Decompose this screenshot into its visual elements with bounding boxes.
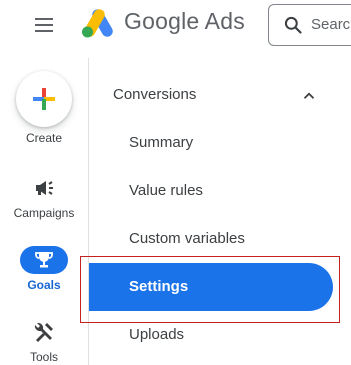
search-input[interactable]: Search [268, 4, 351, 46]
tools-icon[interactable] [32, 320, 56, 344]
create-button[interactable] [16, 71, 72, 127]
campaigns-label[interactable]: Campaigns [0, 206, 88, 220]
tools-label[interactable]: Tools [0, 350, 88, 364]
subnav-item-value-rules[interactable]: Value rules [129, 182, 203, 199]
goals-label[interactable]: Goals [0, 278, 88, 292]
subnav-item-custom-variables[interactable]: Custom variables [129, 230, 245, 247]
trophy-icon [35, 252, 53, 268]
goals-nav-item[interactable] [20, 246, 68, 274]
subnav-item-summary[interactable]: Summary [129, 134, 193, 151]
menu-icon[interactable] [32, 13, 56, 37]
google-ads-logo [82, 9, 113, 38]
app-title: Google Ads [124, 8, 245, 34]
conversions-section-header[interactable]: Conversions [113, 86, 196, 103]
search-placeholder: Search [311, 16, 351, 33]
chevron-up-icon[interactable] [300, 87, 318, 105]
highlight-box [80, 256, 340, 323]
top-app-bar: Google Ads Search [0, 0, 351, 58]
subnav-item-uploads[interactable]: Uploads [129, 326, 184, 343]
plus-icon [33, 88, 55, 110]
create-label: Create [25, 131, 63, 145]
megaphone-icon[interactable] [32, 176, 56, 200]
search-icon [284, 16, 302, 34]
